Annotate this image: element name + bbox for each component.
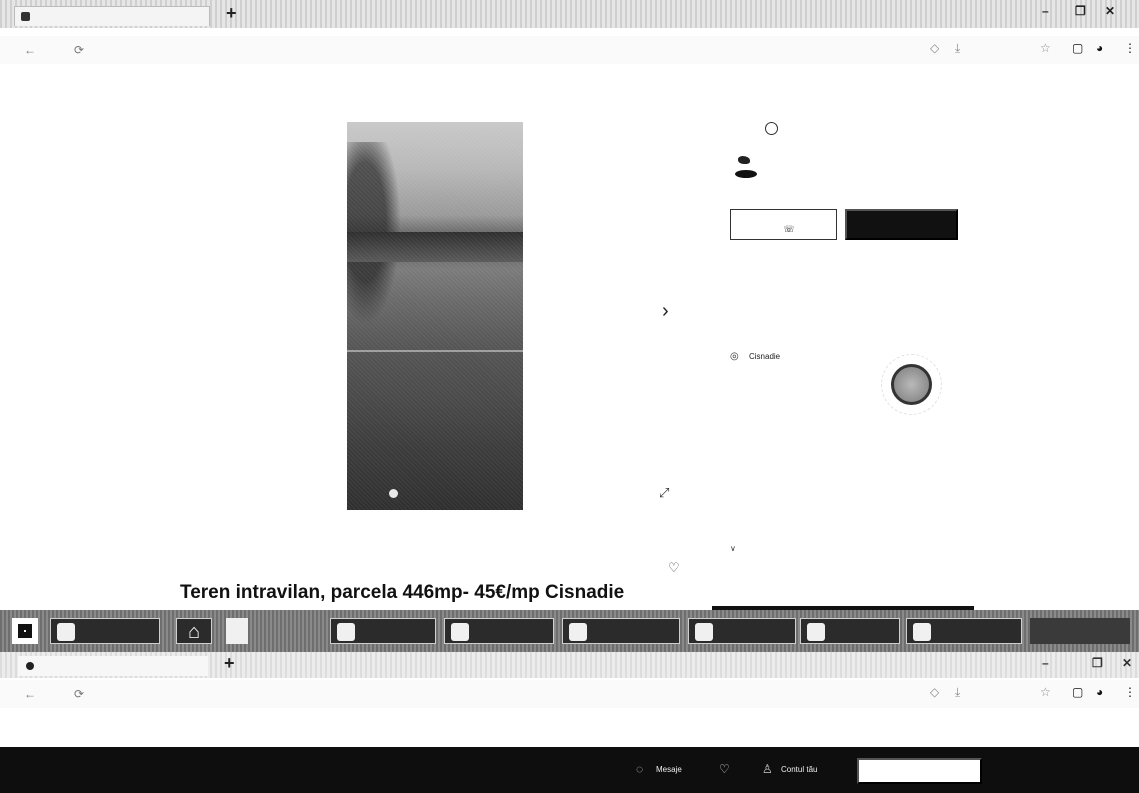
back-arrow-icon-2[interactable]: ← — [24, 687, 36, 701]
browser-tab[interactable] — [14, 6, 210, 26]
message-icon[interactable]: ◌ — [636, 762, 643, 776]
minimize-button[interactable]: – — [1042, 4, 1049, 18]
os-taskbar: ⌂ — [0, 610, 1139, 652]
favorite-heart-icon[interactable]: ♡ — [668, 560, 680, 576]
taskbar-app-2[interactable] — [330, 618, 436, 644]
extension-icon-1[interactable]: ◇ — [930, 41, 939, 55]
loading-spinner-icon — [765, 122, 778, 135]
taskbar-app-3[interactable] — [444, 618, 554, 644]
start-windows-icon[interactable] — [12, 618, 38, 644]
new-tab-plus-icon[interactable]: + — [226, 3, 237, 24]
app-icon — [57, 623, 75, 641]
extension-icon-2[interactable]: ◇ — [930, 685, 939, 699]
new-tab-plus-icon-2[interactable]: + — [224, 653, 235, 674]
messages-link[interactable]: Mesaje — [656, 765, 682, 774]
bookmarks-bar — [0, 78, 1139, 98]
close-window-button-2[interactable]: ✕ — [1122, 656, 1132, 670]
show-more-link[interactable]: ∨ — [730, 544, 736, 553]
browser2-tab[interactable] — [18, 656, 208, 676]
address-bar-row-2: ← ⟳ ◇ ⤓ ☆ ▢ ◕ ⋮ — [0, 680, 1139, 708]
download-icon-2[interactable]: ⤓ — [955, 685, 960, 700]
reload-icon[interactable]: ⟳ — [74, 43, 84, 57]
taskbar-app-7[interactable] — [906, 618, 1022, 644]
avatar-body-shape — [735, 170, 757, 178]
bookmark-doc-icon[interactable] — [226, 618, 248, 644]
tab-view-icon[interactable]: ▢ — [1072, 41, 1083, 55]
phone-icon: ☏ — [783, 224, 795, 234]
heart-icon[interactable]: ♡ — [719, 762, 730, 776]
avatar-head-shape — [738, 156, 750, 164]
taskbar-app-1[interactable] — [50, 618, 160, 644]
add-listing-button[interactable] — [857, 758, 982, 784]
address-bar-row: ← ⟳ ◇ ⤓ ☆ ▢ ◕ ⋮ — [0, 36, 1139, 64]
close-window-button[interactable]: ✕ — [1105, 4, 1115, 18]
taskbar-app-6[interactable] — [800, 618, 900, 644]
back-arrow-icon[interactable]: ← — [24, 43, 36, 57]
app-icon — [569, 623, 587, 641]
taskbar-app-5[interactable] — [688, 618, 796, 644]
browser-tab-strip: + – ❐ ✕ — [0, 0, 1139, 28]
taskbar-app-4[interactable] — [562, 618, 680, 644]
location-city: Cisnadie — [749, 352, 781, 361]
profile-avatar-icon-2[interactable]: ◕ — [1096, 685, 1103, 699]
photo-texture — [347, 122, 523, 510]
screenshot: + – ❐ ✕ ← ⟳ ◇ ⤓ ☆ ▢ ◕ ⋮ › ⤢ ♡ Teren intr… — [0, 0, 1139, 793]
app-icon — [695, 623, 713, 641]
user-icon[interactable]: ♙ — [762, 762, 773, 776]
bookmark-star-icon-2[interactable]: ☆ — [1040, 685, 1051, 699]
menu-kebab-icon[interactable]: ⋮ — [1124, 41, 1136, 55]
show-phone-button[interactable]: ☏ — [730, 209, 837, 240]
gallery-indicator-dot[interactable] — [389, 489, 398, 498]
maximize-button[interactable]: ❐ — [1075, 4, 1086, 18]
bookmark-star-icon[interactable]: ☆ — [1040, 41, 1051, 55]
maximize-button-2[interactable]: ❐ — [1092, 656, 1103, 670]
app-icon — [337, 623, 355, 641]
reload-icon-2[interactable]: ⟳ — [74, 687, 84, 701]
download-icon[interactable]: ⤓ — [955, 41, 960, 56]
tab-view-icon-2[interactable]: ▢ — [1072, 685, 1083, 699]
next-photo-chevron-icon[interactable]: › — [662, 300, 669, 323]
site-header-bar: ◌ Mesaje ♡ ♙ Contul tău — [0, 747, 1139, 793]
app-icon — [913, 623, 931, 641]
listing-photo[interactable] — [347, 122, 523, 510]
account-link[interactable]: Contul tău — [781, 765, 817, 774]
site-favicon-icon — [21, 12, 30, 21]
browser2-tab-strip: + – ❐ ✕ — [0, 652, 1139, 678]
chevron-down-icon: ∨ — [730, 544, 736, 553]
site-favicon-icon — [26, 662, 34, 670]
app-icon — [451, 623, 469, 641]
location-pin-icon: ◎ — [730, 351, 739, 362]
bookmarks-bar-2 — [0, 722, 1139, 742]
profile-avatar-icon[interactable]: ◕ — [1096, 41, 1103, 55]
app-icon — [807, 623, 825, 641]
fullscreen-icon[interactable]: ⤢ — [659, 485, 669, 501]
home-icon[interactable]: ⌂ — [176, 618, 212, 644]
send-message-button[interactable] — [845, 209, 958, 240]
map-thumbnail[interactable] — [891, 364, 932, 405]
listing-title: Teren intravilan, parcela 446mp- 45€/mp … — [180, 582, 625, 603]
seller-avatar[interactable] — [735, 154, 757, 180]
system-tray[interactable] — [1030, 618, 1130, 644]
menu-kebab-icon-2[interactable]: ⋮ — [1124, 685, 1136, 699]
minimize-button-2[interactable]: – — [1042, 656, 1049, 670]
